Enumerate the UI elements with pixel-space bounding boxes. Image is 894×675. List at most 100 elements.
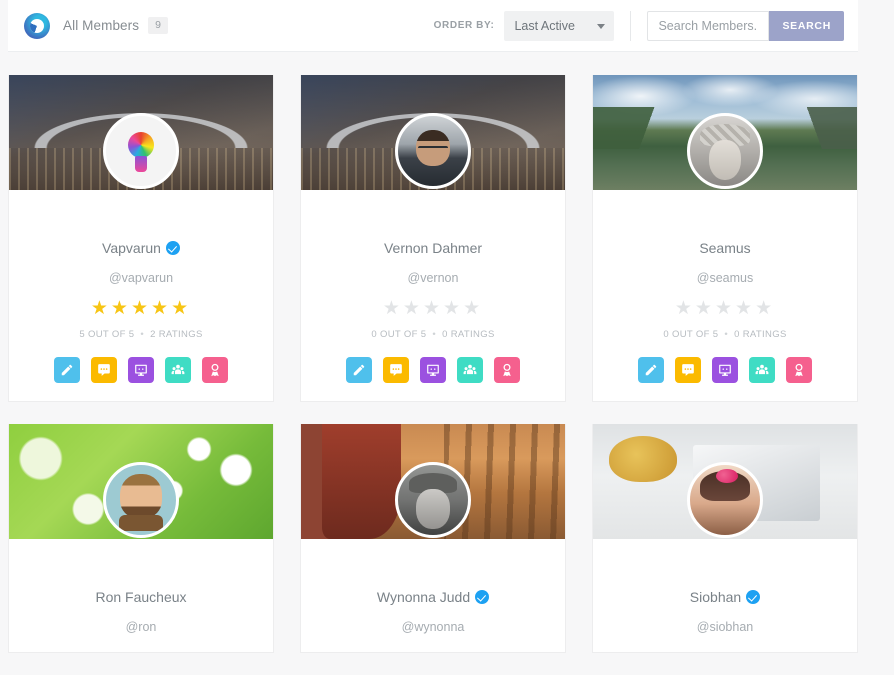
award-ribbon-icon	[792, 363, 806, 377]
member-name[interactable]: Siobhan	[689, 589, 761, 605]
star-empty-icon[interactable]: ★	[423, 298, 443, 319]
message-bubble-button[interactable]	[675, 357, 701, 383]
friends-group-button[interactable]	[165, 357, 191, 383]
member-name-label: Seamus	[699, 240, 751, 256]
friends-group-icon	[463, 363, 477, 377]
member-card-body: Vernon Dahmer @vernon ★★★★★ 0 OUT OF 5 • 0 RA…	[301, 190, 565, 383]
rating-separator-dot: •	[432, 329, 437, 340]
member-cover-image	[301, 75, 565, 190]
member-name-label: Vapvarun	[102, 240, 161, 256]
member-handle: @seamus	[696, 271, 754, 285]
buddypress-logo-icon	[24, 12, 50, 39]
member-handle: @siobhan	[696, 620, 754, 634]
star-empty-icon[interactable]: ★	[695, 298, 715, 319]
star-empty-icon[interactable]: ★	[735, 298, 755, 319]
edit-pencil-button[interactable]	[54, 357, 80, 383]
star-empty-icon[interactable]: ★	[715, 298, 735, 319]
friends-group-button[interactable]	[457, 357, 483, 383]
verified-badge-icon	[165, 241, 180, 255]
member-name[interactable]: Ron Faucheux	[95, 590, 186, 604]
award-ribbon-button[interactable]	[202, 357, 228, 383]
header-divider	[630, 10, 632, 41]
avatar[interactable]	[687, 113, 763, 189]
member-card[interactable]: Vapvarun @vapvarun ★★★★★ 5 OUT OF 5 • 2 RATIN…	[8, 75, 274, 402]
order-by-selected-value: Last Active	[514, 18, 575, 33]
star-empty-icon[interactable]: ★	[443, 298, 463, 319]
member-name-label: Ron Faucheux	[95, 589, 187, 605]
avatar[interactable]	[103, 113, 179, 189]
message-bubble-button[interactable]	[91, 357, 117, 383]
member-name-label: Siobhan	[689, 589, 742, 605]
star-empty-icon[interactable]: ★	[383, 298, 403, 319]
message-bubble-button[interactable]	[383, 357, 409, 383]
star-filled-icon[interactable]: ★	[171, 298, 191, 319]
member-card[interactable]: Seamus @seamus ★★★★★ 0 OUT OF 5 • 0 RATINGS	[592, 75, 858, 402]
message-bubble-icon	[389, 363, 403, 377]
member-name[interactable]: Wynonna Judd	[376, 589, 490, 605]
page-title: All Members	[63, 18, 140, 33]
avatar[interactable]	[395, 462, 471, 538]
header-right-group: ORDER BY: Last Active SEARCH	[433, 10, 858, 41]
edit-pencil-icon	[644, 363, 658, 377]
ratings-count-label: 0 RATINGS	[442, 329, 495, 340]
friends-group-button[interactable]	[749, 357, 775, 383]
search-button[interactable]: SEARCH	[769, 10, 844, 41]
member-cover-image	[9, 424, 273, 539]
rating-value-label: 5 OUT OF 5	[79, 329, 135, 340]
member-cover-image	[301, 424, 565, 539]
member-card[interactable]: Vernon Dahmer @vernon ★★★★★ 0 OUT OF 5 • 0 RA…	[300, 75, 566, 402]
edit-pencil-button[interactable]	[346, 357, 372, 383]
header-left-group: All Members 9	[8, 12, 168, 39]
member-handle: @ron	[125, 620, 157, 634]
member-name-label: Wynonna Judd	[376, 589, 471, 605]
star-filled-icon[interactable]: ★	[151, 298, 171, 319]
verified-badge-icon	[746, 590, 761, 604]
member-card[interactable]: Wynonna Judd @wynonna	[300, 424, 566, 653]
avatar[interactable]	[687, 462, 763, 538]
member-card-body: Vapvarun @vapvarun ★★★★★ 5 OUT OF 5 • 2 RATIN…	[9, 190, 273, 383]
chevron-down-icon	[597, 23, 606, 29]
member-name[interactable]: Vapvarun	[102, 241, 180, 255]
friends-group-icon	[171, 363, 185, 377]
search-input[interactable]	[647, 10, 770, 41]
award-ribbon-button[interactable]	[786, 357, 812, 383]
star-filled-icon[interactable]: ★	[91, 298, 111, 319]
rating-meta: 5 OUT OF 5 • 2 RATINGS	[9, 329, 273, 340]
ratings-count-label: 2 RATINGS	[150, 329, 203, 340]
rating-stars[interactable]: ★★★★★	[301, 299, 565, 318]
member-actions	[301, 357, 565, 383]
ratings-count-label: 0 RATINGS	[734, 329, 787, 340]
monitor-screen-button[interactable]	[420, 357, 446, 383]
award-ribbon-icon	[500, 363, 514, 377]
member-card[interactable]: Ron Faucheux @ron	[8, 424, 274, 653]
members-directory-header: All Members 9 ORDER BY: Last Active SEAR…	[8, 0, 858, 52]
order-by-select[interactable]: Last Active	[504, 10, 615, 41]
member-actions	[593, 357, 857, 383]
member-card-body: Ron Faucheux @ron	[9, 539, 273, 634]
monitor-screen-button[interactable]	[712, 357, 738, 383]
star-filled-icon[interactable]: ★	[111, 298, 131, 319]
member-cover-image	[593, 424, 857, 539]
monitor-screen-icon	[426, 363, 440, 377]
award-ribbon-button[interactable]	[494, 357, 520, 383]
members-grid-row: Ron Faucheux @ron Wynonna Judd @wynonna Siob…	[8, 424, 874, 653]
star-empty-icon[interactable]: ★	[403, 298, 423, 319]
order-by-label: ORDER BY:	[433, 20, 495, 31]
member-card[interactable]: Siobhan @siobhan	[592, 424, 858, 653]
star-empty-icon[interactable]: ★	[463, 298, 483, 319]
member-name[interactable]: Vernon Dahmer	[384, 241, 482, 255]
monitor-screen-icon	[134, 363, 148, 377]
star-filled-icon[interactable]: ★	[131, 298, 151, 319]
rating-stars[interactable]: ★★★★★	[593, 299, 857, 318]
star-empty-icon[interactable]: ★	[755, 298, 775, 319]
avatar[interactable]	[395, 113, 471, 189]
award-ribbon-icon	[208, 363, 222, 377]
monitor-screen-button[interactable]	[128, 357, 154, 383]
member-name[interactable]: Seamus	[699, 241, 750, 255]
avatar[interactable]	[103, 462, 179, 538]
edit-pencil-button[interactable]	[638, 357, 664, 383]
star-empty-icon[interactable]: ★	[675, 298, 695, 319]
rating-stars[interactable]: ★★★★★	[9, 299, 273, 318]
member-card-body: Siobhan @siobhan	[593, 539, 857, 634]
message-bubble-icon	[681, 363, 695, 377]
